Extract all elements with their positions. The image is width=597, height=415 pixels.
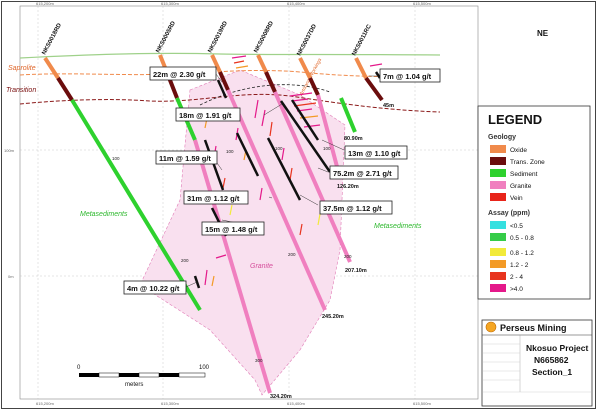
svg-text:7m @ 1.04 g/t: 7m @ 1.04 g/t bbox=[383, 72, 432, 81]
legend-swatch-sediment bbox=[490, 169, 506, 177]
saprolite-label: Saprolite bbox=[8, 65, 36, 72]
eoh-nks0005rd: 324.20m bbox=[270, 394, 292, 400]
intercept-callout-10: 4m @ 10.22 g/t bbox=[123, 280, 187, 295]
granite-label: Granite bbox=[250, 263, 273, 270]
intercept-callout-7: 31m @ 1.12 g/t bbox=[183, 190, 249, 205]
title-block: Perseus Mining Nkosuo Project N665862 Se… bbox=[481, 319, 593, 407]
intercept-callout-3: 18m @ 1.91 g/t bbox=[175, 107, 241, 122]
orientation-label: NE bbox=[537, 29, 549, 38]
depth-tick-6: 200 bbox=[288, 252, 296, 257]
transition-label: Transition bbox=[6, 87, 36, 94]
legend-label-trans-zone: Trans. Zone bbox=[510, 159, 545, 166]
depth-tick-8: 300 bbox=[255, 358, 263, 363]
intercept-callout-9: 15m @ 1.48 g/t bbox=[201, 221, 265, 236]
svg-text:11m @ 1.59 g/t: 11m @ 1.59 g/t bbox=[159, 154, 211, 163]
grid-label-left-2: 0m bbox=[8, 274, 14, 279]
intercept-callout-8: 37.5m @ 1.12 g/t bbox=[319, 200, 393, 215]
legend-swatch-vein bbox=[490, 193, 506, 201]
legend-label-granite: Granite bbox=[510, 183, 532, 190]
company-logo-icon bbox=[485, 321, 497, 333]
legend-geology-title: Geology bbox=[488, 134, 516, 141]
grid-label-bottom-2: 615,300m bbox=[161, 401, 179, 406]
depth-tick-2: 100 bbox=[226, 149, 234, 154]
legend-label-assay-4: 1.2 - 2 bbox=[510, 262, 529, 269]
legend-swatch-assay-2 bbox=[490, 233, 506, 241]
section-id: N665862 bbox=[534, 355, 569, 365]
legend-label-assay-2: 0.5 - 0.8 bbox=[510, 235, 534, 242]
eoh-extra-depth: 80.90m bbox=[344, 136, 363, 142]
svg-text:4m @ 10.22 g/t: 4m @ 10.22 g/t bbox=[127, 284, 180, 293]
depth-tick-7: 200 bbox=[344, 254, 352, 259]
intercept-callout-6: 75.2m @ 2.71 g/t bbox=[329, 165, 399, 180]
legend-swatch-assay-5 bbox=[490, 272, 506, 280]
legend-label-sediment: Sediment bbox=[510, 171, 538, 178]
legend-label-vein: Vein bbox=[510, 195, 523, 202]
legend-label-assay-3: 0.8 - 1.2 bbox=[510, 250, 534, 257]
grid-label-top-1: 615,200m bbox=[36, 1, 54, 6]
metasediments-right-label: Metasediments bbox=[374, 223, 422, 230]
grid-label-bottom-1: 615,200m bbox=[36, 401, 54, 406]
legend-label-assay-1: <0.5 bbox=[510, 223, 523, 230]
project-name: Nkosuo Project bbox=[526, 343, 589, 353]
depth-tick-4: 100 bbox=[323, 146, 331, 151]
svg-text:75.2m @ 2.71 g/t: 75.2m @ 2.71 g/t bbox=[333, 169, 392, 178]
company-name: Perseus Mining bbox=[500, 323, 567, 333]
legend-swatch-granite bbox=[490, 181, 506, 189]
svg-text:15m @ 1.48 g/t: 15m @ 1.48 g/t bbox=[205, 225, 258, 234]
legend: LEGEND Geology Oxide Trans. Zone Sedimen… bbox=[477, 105, 591, 300]
metasediments-left-label: Metasediments bbox=[80, 211, 128, 218]
grid-label-top-4: 615,500m bbox=[413, 1, 431, 6]
legend-label-oxide: Oxide bbox=[510, 147, 527, 154]
svg-text:13m @ 1.10 g/t: 13m @ 1.10 g/t bbox=[348, 149, 401, 158]
legend-swatch-assay-3 bbox=[490, 248, 506, 256]
depth-tick-1: 100 bbox=[112, 156, 120, 161]
intercept-callout-5: 11m @ 1.59 g/t bbox=[155, 150, 218, 165]
legend-swatch-trans-zone bbox=[490, 157, 506, 165]
legend-swatch-oxide bbox=[490, 145, 506, 153]
grid-label-top-3: 615,400m bbox=[287, 1, 305, 6]
svg-text:37.5m @ 1.12 g/t: 37.5m @ 1.12 g/t bbox=[323, 204, 382, 213]
eoh-nks0008rd: 207.10m bbox=[345, 268, 367, 274]
legend-swatch-assay-4 bbox=[490, 260, 506, 268]
legend-label-assay-6: >4.0 bbox=[510, 286, 523, 293]
cross-section-figure: 615,200m 615,300m 615,400m 615,500m 615,… bbox=[0, 0, 597, 410]
grid-label-bottom-3: 615,400m bbox=[287, 401, 305, 406]
grid-label-left-1: 100m bbox=[4, 148, 15, 153]
depth-tick-5: 200 bbox=[181, 258, 189, 263]
scale-max: 100 bbox=[199, 365, 210, 371]
section-canvas: 615,200m 615,300m 615,400m 615,500m 615,… bbox=[1, 1, 596, 409]
legend-label-assay-5: 2 - 4 bbox=[510, 274, 523, 281]
legend-swatch-assay-1 bbox=[490, 221, 506, 229]
section-name: Section_1 bbox=[532, 367, 572, 377]
depth-tick-3: 100 bbox=[275, 146, 283, 151]
svg-text:31m @ 1.12 g/t: 31m @ 1.12 g/t bbox=[187, 194, 240, 203]
svg-text:22m @ 2.30 g/t: 22m @ 2.30 g/t bbox=[153, 70, 206, 79]
scale-unit: meters bbox=[125, 382, 143, 388]
eoh-nks0037dd: 126.20m bbox=[337, 184, 359, 190]
svg-text:18m @ 1.91 g/t: 18m @ 1.91 g/t bbox=[179, 111, 232, 120]
eoh-nks0019rd: 245.20m bbox=[322, 314, 344, 320]
legend-title: LEGEND bbox=[488, 112, 542, 127]
grid-label-top-2: 615,300m bbox=[161, 1, 179, 6]
intercept-callout-2: 7m @ 1.04 g/t bbox=[379, 68, 441, 83]
intercept-callout-4: 13m @ 1.10 g/t bbox=[344, 145, 408, 160]
intercept-callout-1: 22m @ 2.30 g/t bbox=[149, 66, 217, 81]
eoh-nks0011rc: 45m bbox=[383, 103, 394, 109]
legend-swatch-assay-6 bbox=[490, 284, 506, 292]
legend-assay-title: Assay (ppm) bbox=[488, 210, 530, 217]
grid-label-bottom-4: 615,500m bbox=[413, 401, 431, 406]
